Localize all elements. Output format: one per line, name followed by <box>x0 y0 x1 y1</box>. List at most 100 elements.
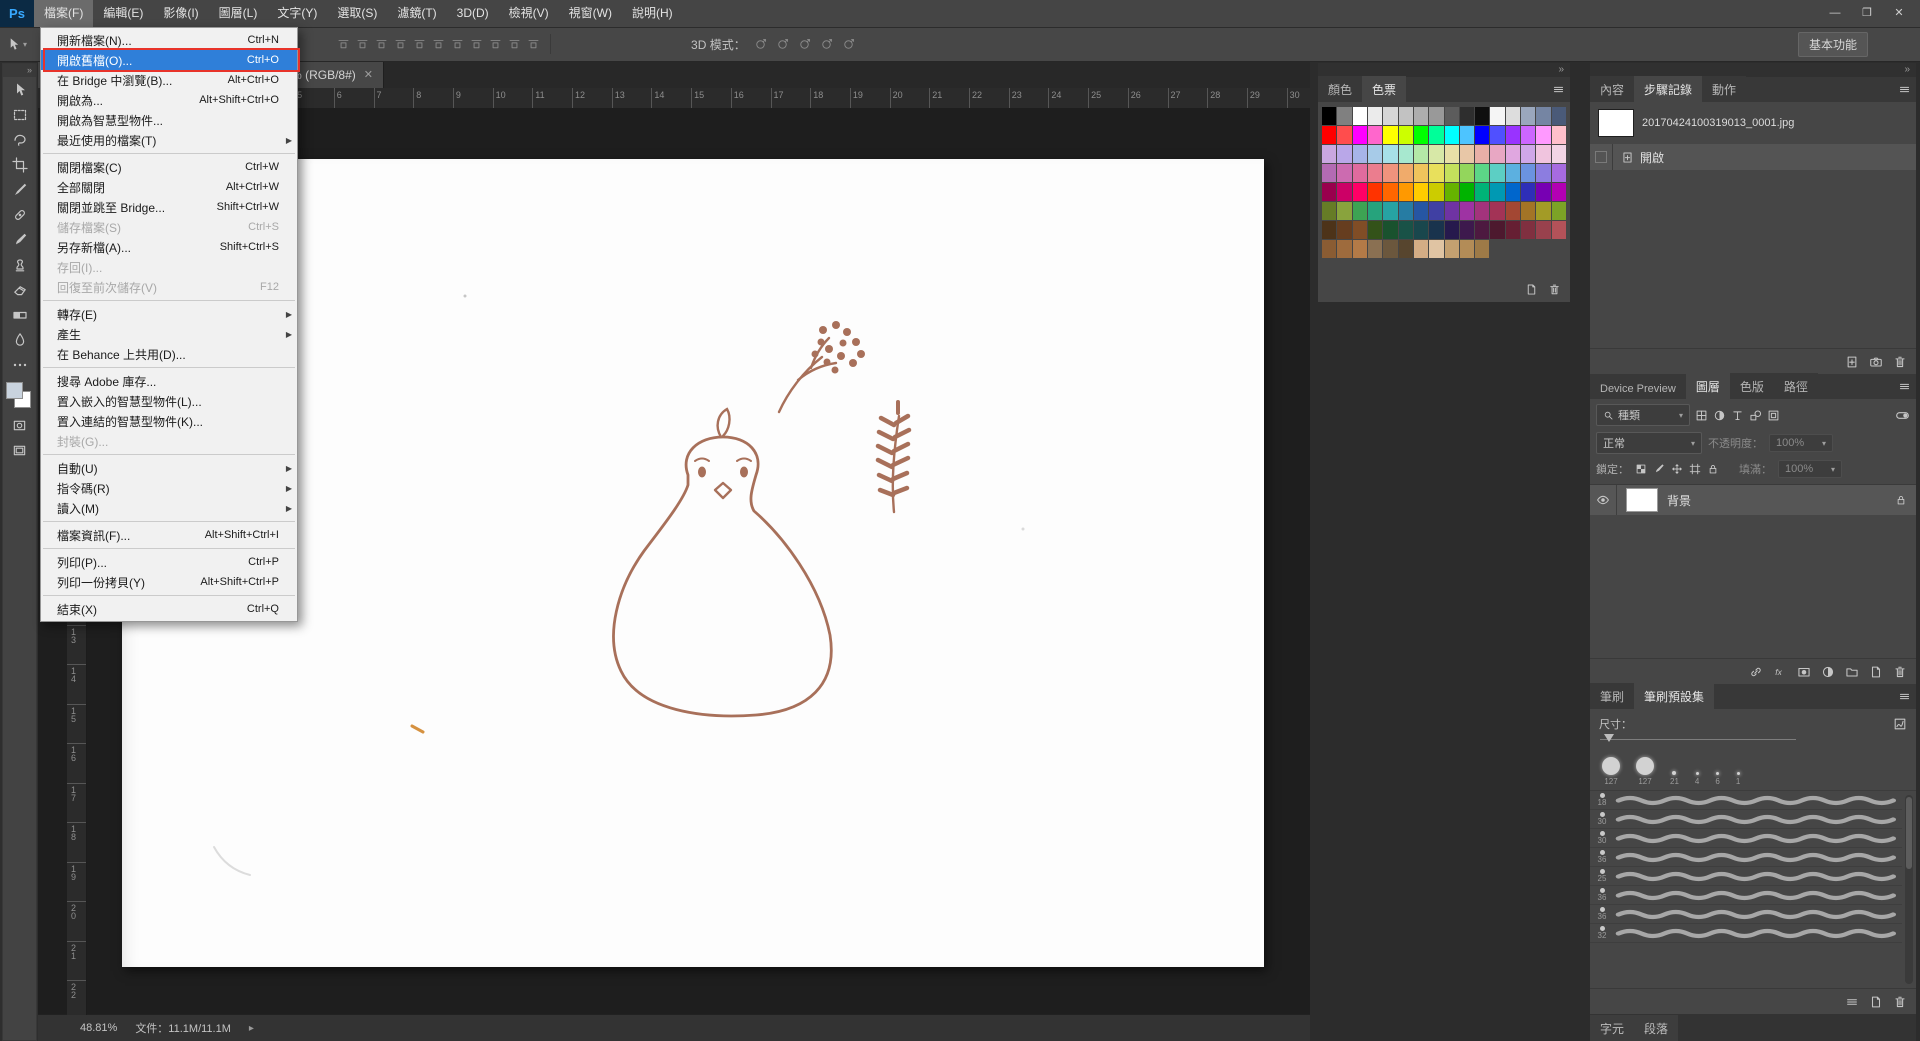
color-swatch[interactable] <box>1352 240 1367 258</box>
move-tool[interactable] <box>3 77 36 102</box>
color-swatch[interactable] <box>1383 126 1398 144</box>
brush-preset-row[interactable]: 18 <box>1590 791 1902 810</box>
layer-row-background[interactable]: 背景 <box>1590 485 1916 515</box>
color-swatch[interactable] <box>1429 126 1444 144</box>
color-swatch[interactable] <box>1521 126 1536 144</box>
color-swatch[interactable] <box>1536 164 1551 182</box>
color-swatch[interactable] <box>1383 107 1398 125</box>
align-button[interactable] <box>432 38 445 51</box>
color-swatch[interactable] <box>1413 202 1429 220</box>
color-swatch[interactable] <box>1444 164 1459 182</box>
color-swatch[interactable] <box>1490 107 1505 125</box>
color-swatch[interactable] <box>1521 183 1536 201</box>
brush-preset[interactable]: 21 <box>1670 771 1679 786</box>
color-swatch[interactable] <box>1398 107 1413 125</box>
color-swatch[interactable] <box>1459 240 1475 258</box>
history-step-row[interactable]: 開啟 <box>1590 144 1916 170</box>
threed-mode-button[interactable] <box>754 38 767 51</box>
color-swatch[interactable] <box>1551 221 1566 239</box>
color-swatch[interactable] <box>1490 164 1505 182</box>
tool-preset-picker[interactable]: ▾ <box>6 37 27 52</box>
color-swatch[interactable] <box>1383 183 1398 201</box>
menubar-item[interactable]: 濾鏡(T) <box>387 0 446 27</box>
blur-tool[interactable] <box>3 327 36 352</box>
color-swatch[interactable] <box>1505 164 1521 182</box>
color-swatch[interactable] <box>1429 183 1444 201</box>
color-swatch[interactable] <box>1459 164 1475 182</box>
color-swatch[interactable] <box>1551 202 1566 220</box>
color-swatch[interactable] <box>1475 202 1490 220</box>
color-swatch[interactable] <box>1459 126 1475 144</box>
align-button[interactable] <box>375 38 388 51</box>
file-menu-item[interactable]: 關閉並跳至 Bridge... Shift+Ctrl+W <box>41 197 297 217</box>
color-swatch[interactable] <box>1383 221 1398 239</box>
color-swatch[interactable] <box>1429 164 1444 182</box>
lock-artboard-icon[interactable] <box>1689 463 1701 475</box>
threed-mode-button[interactable] <box>842 38 855 51</box>
tab-paths[interactable]: 路徑 <box>1773 373 1818 399</box>
color-swatch[interactable] <box>1322 240 1337 258</box>
layer-thumbnail[interactable] <box>1626 488 1658 512</box>
file-menu-item[interactable]: 指令碼(R) ▶ <box>41 478 297 498</box>
brush-tool[interactable] <box>3 227 36 252</box>
status-options-chevron-icon[interactable]: ▸ <box>249 1023 254 1034</box>
color-swatch[interactable] <box>1413 240 1429 258</box>
color-swatch[interactable] <box>1521 202 1536 220</box>
color-swatch[interactable] <box>1490 183 1505 201</box>
tab-actions[interactable]: 動作 <box>1702 76 1747 102</box>
eyedropper-tool[interactable] <box>3 177 36 202</box>
delete-state-icon[interactable] <box>1893 355 1907 369</box>
new-document-from-state-icon[interactable] <box>1845 355 1859 369</box>
file-menu-item[interactable]: 全部關閉 Alt+Ctrl+W <box>41 177 297 197</box>
tab-character[interactable]: 字元 <box>1590 1015 1635 1041</box>
align-button[interactable] <box>394 38 407 51</box>
color-swatch[interactable] <box>1383 164 1398 182</box>
new-snapshot-icon[interactable] <box>1869 355 1883 369</box>
color-swatch[interactable] <box>1444 202 1459 220</box>
color-swatch[interactable] <box>1536 126 1551 144</box>
color-swatch[interactable] <box>1475 145 1490 163</box>
panel-menu-icon[interactable] <box>1898 690 1911 703</box>
color-swatch[interactable] <box>1337 221 1352 239</box>
history-source-checkbox[interactable] <box>1595 151 1607 163</box>
color-swatch[interactable] <box>1367 145 1383 163</box>
delete-layer-icon[interactable] <box>1893 665 1907 679</box>
lock-all-icon[interactable] <box>1707 463 1719 475</box>
healing-tool[interactable] <box>3 202 36 227</box>
new-brush-icon[interactable] <box>1869 995 1883 1009</box>
align-button[interactable] <box>508 38 521 51</box>
color-swatch[interactable] <box>1352 183 1367 201</box>
color-swatch[interactable] <box>1475 183 1490 201</box>
color-swatch[interactable] <box>1398 145 1413 163</box>
color-swatch[interactable] <box>1413 164 1429 182</box>
color-swatch[interactable] <box>1444 107 1459 125</box>
align-button[interactable] <box>356 38 369 51</box>
tab-layers[interactable]: 圖層 <box>1685 373 1730 399</box>
color-swatch[interactable] <box>1352 126 1367 144</box>
marquee-tool[interactable] <box>3 102 36 127</box>
menubar-item[interactable]: 3D(D) <box>447 0 499 27</box>
preset-manager-icon[interactable] <box>1845 995 1859 1009</box>
color-swatch[interactable] <box>1367 240 1383 258</box>
delete-swatch-icon[interactable] <box>1548 283 1561 296</box>
file-menu-item[interactable]: 置入連結的智慧型物件(K)... <box>41 411 297 431</box>
scrollbar-thumb[interactable] <box>1906 797 1912 869</box>
gradient-tool[interactable] <box>3 302 36 327</box>
brush-stroke-preview-icon[interactable] <box>1893 717 1907 731</box>
file-menu-item[interactable]: 列印一份拷貝(Y) Alt+Shift+Ctrl+P <box>41 572 297 592</box>
tab-close-icon[interactable]: ✕ <box>364 68 373 81</box>
color-swatch[interactable] <box>1429 202 1444 220</box>
new-layer-icon[interactable] <box>1869 665 1883 679</box>
color-swatch[interactable] <box>1505 126 1521 144</box>
color-swatch[interactable] <box>1521 145 1536 163</box>
color-swatch[interactable] <box>1521 221 1536 239</box>
color-swatch[interactable] <box>1413 126 1429 144</box>
layer-visibility-cell[interactable] <box>1590 485 1617 515</box>
foreground-color-swatch[interactable] <box>6 382 23 399</box>
color-swatch[interactable] <box>1429 145 1444 163</box>
color-swatch[interactable] <box>1352 164 1367 182</box>
color-swatch[interactable] <box>1444 240 1459 258</box>
brush-preset[interactable]: 6 <box>1715 772 1720 786</box>
color-swatch[interactable] <box>1367 107 1383 125</box>
screen-mode-button[interactable] <box>3 438 36 463</box>
